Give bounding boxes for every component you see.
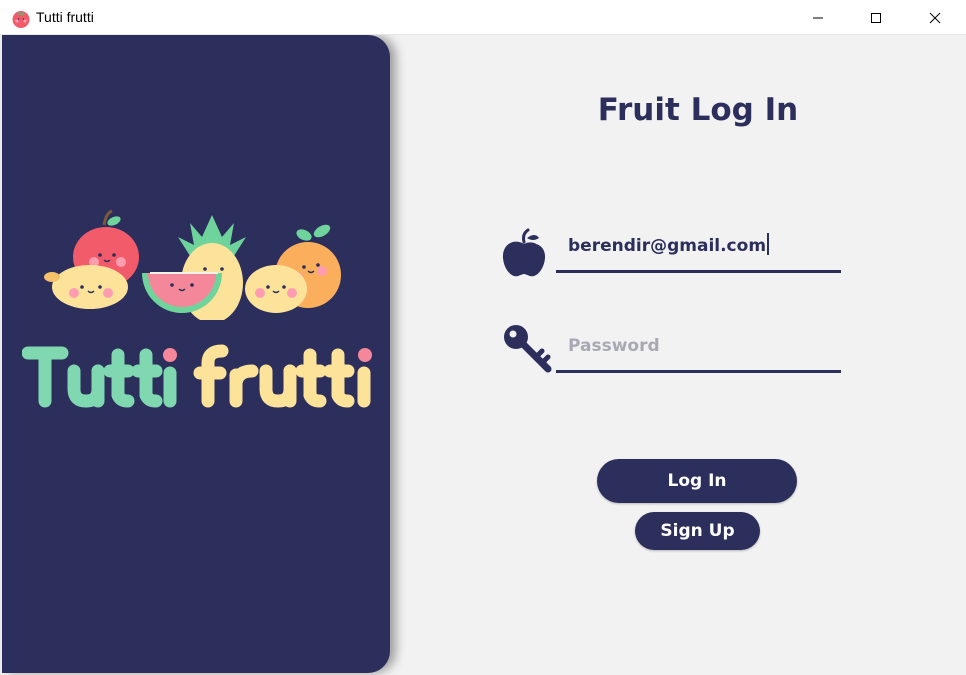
app-tomato-icon [12,11,30,28]
email-text: berendir@gmail.com [568,236,767,256]
fruits-illustration [44,209,341,320]
close-button[interactable] [906,0,964,35]
login-window: Fruit Log In berendir@gmail.com Password… [0,35,966,675]
password-field[interactable]: Password [556,333,841,373]
signup-button[interactable]: Sign Up [635,512,760,550]
login-button[interactable]: Log In [597,459,797,503]
mango-character-icon [44,265,128,309]
email-field[interactable]: berendir@gmail.com [556,233,841,273]
email-input-value: berendir@gmail.com [568,233,769,256]
brand-panel [2,35,390,673]
page-title: Fruit Log In [597,92,799,128]
window-title: Tutti frutti [36,9,94,25]
maximize-icon [871,12,881,23]
lemon-character-icon [245,265,307,313]
apple-icon [502,228,546,277]
maximize-button[interactable] [847,0,905,35]
minimize-button[interactable] [789,0,847,35]
key-icon [504,325,552,373]
tutti-frutti-logo [22,344,372,408]
title-bar: Tutti frutti [0,0,966,35]
text-caret [767,233,769,255]
minimize-icon [813,17,823,18]
password-placeholder: Password [568,336,660,356]
close-icon [929,12,941,23]
